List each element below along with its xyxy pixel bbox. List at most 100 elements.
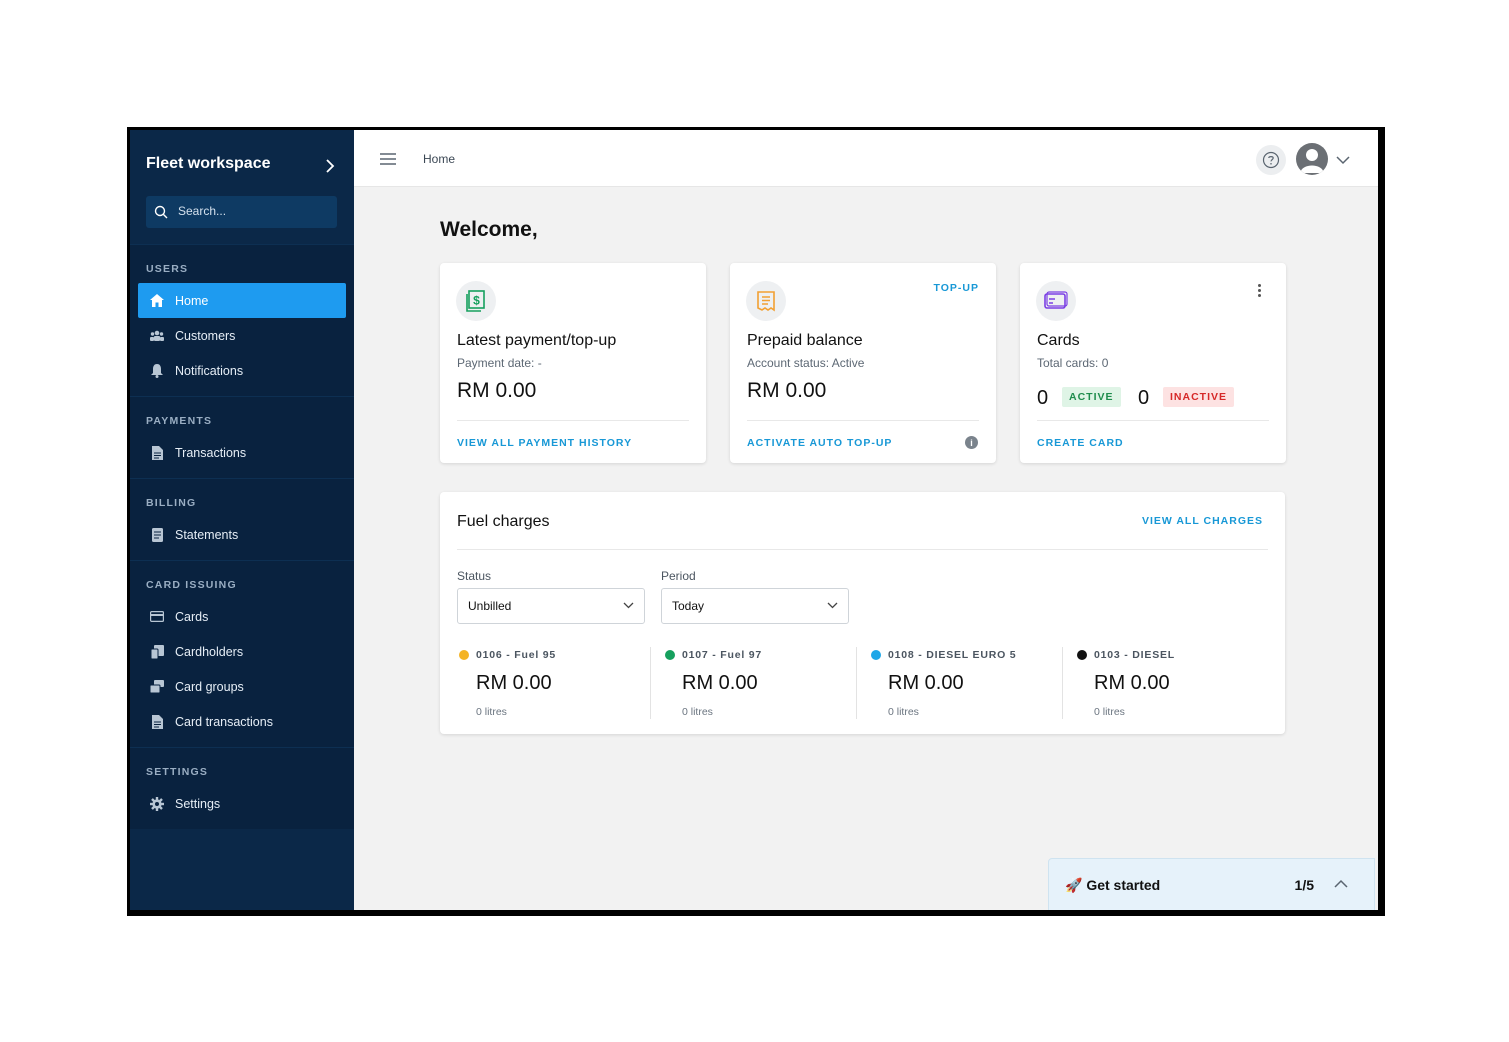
total-cards: Total cards: 0: [1037, 356, 1109, 370]
home-icon: [150, 294, 164, 308]
chevron-down-icon: [623, 602, 634, 609]
account-status: Account status: Active: [747, 356, 865, 370]
view-payment-history-link[interactable]: VIEW ALL PAYMENT HISTORY: [457, 437, 632, 449]
sidebar-item-label: Card transactions: [175, 714, 273, 729]
sidebar-item-settings[interactable]: Settings: [138, 786, 346, 821]
sidebar-item-label: Cards: [175, 609, 209, 624]
section-title-payments: PAYMENTS: [146, 415, 213, 427]
sidebar-item-label: Card groups: [175, 679, 244, 694]
section-settings: SETTINGS Settings: [130, 747, 354, 829]
get-started-label: 🚀 Get started: [1065, 877, 1161, 893]
fuel-item: 0103 - DIESEL RM 0.00 0 litres: [1075, 647, 1265, 718]
fuel-name: 0106 - Fuel 95: [476, 649, 557, 661]
fuel-name: 0103 - DIESEL: [1094, 649, 1176, 661]
page-title: Welcome,: [440, 218, 538, 241]
status-label: Status: [457, 569, 492, 583]
section-card-issuing: CARD ISSUING Cards Cardholders Card grou…: [130, 560, 354, 747]
fuel-color-dot: [1077, 650, 1087, 660]
card-title: Latest payment/top-up: [457, 332, 617, 349]
divider: [650, 647, 651, 719]
search-input[interactable]: [176, 203, 330, 219]
menu-icon[interactable]: [380, 152, 396, 170]
status-select[interactable]: Unbilled: [457, 588, 645, 624]
status-value: Unbilled: [468, 599, 512, 613]
card-group-icon: [150, 680, 164, 694]
period-label: Period: [661, 569, 696, 583]
section-title-card-issuing: CARD ISSUING: [146, 579, 237, 591]
users-icon: [150, 329, 164, 343]
breadcrumb[interactable]: Home: [423, 152, 455, 166]
get-started-widget[interactable]: 🚀 Get started 1/5: [1048, 858, 1375, 910]
more-options-icon[interactable]: [1258, 284, 1262, 299]
inactive-badge: INACTIVE: [1163, 387, 1235, 407]
fuel-litres: 0 litres: [476, 706, 507, 718]
cardholder-icon: [150, 644, 164, 659]
top-bar: Home: [354, 130, 1378, 187]
money-icon: $: [456, 281, 496, 321]
sidebar-item-transactions[interactable]: Transactions: [138, 435, 346, 470]
activate-auto-top-up-link[interactable]: ACTIVATE AUTO TOP-UP: [747, 437, 892, 449]
inactive-count: 0: [1138, 387, 1150, 409]
fuel-color-dot: [665, 650, 675, 660]
section-billing: BILLING Statements: [130, 478, 354, 560]
sidebar-item-cardholders[interactable]: Cardholders: [138, 634, 346, 669]
sidebar-item-label: Cardholders: [175, 644, 244, 659]
chevron-up-icon[interactable]: [1334, 879, 1348, 888]
document-icon: [150, 445, 164, 460]
sidebar-item-statements[interactable]: Statements: [138, 517, 346, 552]
credit-card-icon: [150, 610, 164, 624]
fuel-color-dot: [871, 650, 881, 660]
card-title: Prepaid balance: [747, 332, 863, 349]
svg-text:$: $: [473, 294, 480, 308]
latest-payment-card: $ Latest payment/top-up Payment date: - …: [440, 263, 706, 463]
sidebar-item-cards[interactable]: Cards: [138, 599, 346, 634]
avatar[interactable]: [1296, 143, 1328, 175]
sidebar-item-card-transactions[interactable]: Card transactions: [138, 704, 346, 739]
active-badge: ACTIVE: [1062, 387, 1121, 407]
section-title-settings: SETTINGS: [146, 766, 209, 778]
info-icon[interactable]: i: [965, 436, 978, 449]
chevron-down-icon: [827, 602, 838, 609]
sidebar-item-label: Customers: [175, 328, 236, 343]
sidebar-item-card-groups[interactable]: Card groups: [138, 669, 346, 704]
fuel-item: 0108 - DIESEL EURO 5 RM 0.00 0 litres: [869, 647, 1059, 718]
fuel-name: 0108 - DIESEL EURO 5: [888, 649, 1017, 661]
statement-icon: [150, 527, 164, 542]
fuel-item: 0106 - Fuel 95 RM 0.00 0 litres: [457, 647, 647, 718]
workspace-header: Fleet workspace: [130, 130, 354, 244]
bell-icon: [150, 363, 164, 378]
divider: [457, 420, 689, 421]
payment-amount: RM 0.00: [457, 379, 537, 402]
sidebar-item-home[interactable]: Home: [138, 283, 346, 318]
top-up-link[interactable]: TOP-UP: [934, 282, 979, 294]
gear-icon: [150, 796, 164, 811]
active-count: 0: [1037, 387, 1049, 409]
fuel-color-dot: [459, 650, 469, 660]
divider: [1037, 420, 1269, 421]
divider: [856, 647, 857, 719]
divider: [1062, 647, 1063, 719]
section-title-users: USERS: [146, 263, 189, 275]
fuel-litres: 0 litres: [1094, 706, 1125, 718]
sidebar-item-customers[interactable]: Customers: [138, 318, 346, 353]
payment-date: Payment date: -: [457, 356, 542, 370]
app-window: Fleet workspace USERS Home Customers Not…: [127, 127, 1385, 916]
chevron-down-icon[interactable]: [1336, 152, 1350, 170]
sidebar-item-label: Settings: [175, 796, 221, 811]
sidebar-item-notifications[interactable]: Notifications: [138, 353, 346, 388]
chevron-right-icon[interactable]: [320, 156, 340, 176]
section-title-billing: BILLING: [146, 497, 197, 509]
document-icon: [150, 714, 164, 729]
create-card-link[interactable]: CREATE CARD: [1037, 437, 1124, 449]
sidebar-item-label: Home: [175, 293, 209, 308]
fuel-amount: RM 0.00: [1094, 672, 1170, 694]
card-title: Cards: [1037, 332, 1080, 349]
search-box[interactable]: [146, 196, 337, 228]
workspace-title: Fleet workspace: [146, 155, 271, 172]
help-icon[interactable]: [1256, 145, 1286, 175]
fuel-litres: 0 litres: [682, 706, 713, 718]
view-all-charges-link[interactable]: VIEW ALL CHARGES: [1142, 515, 1263, 527]
period-select[interactable]: Today: [661, 588, 849, 624]
sidebar-item-label: Notifications: [175, 363, 244, 378]
fuel-amount: RM 0.00: [682, 672, 758, 694]
